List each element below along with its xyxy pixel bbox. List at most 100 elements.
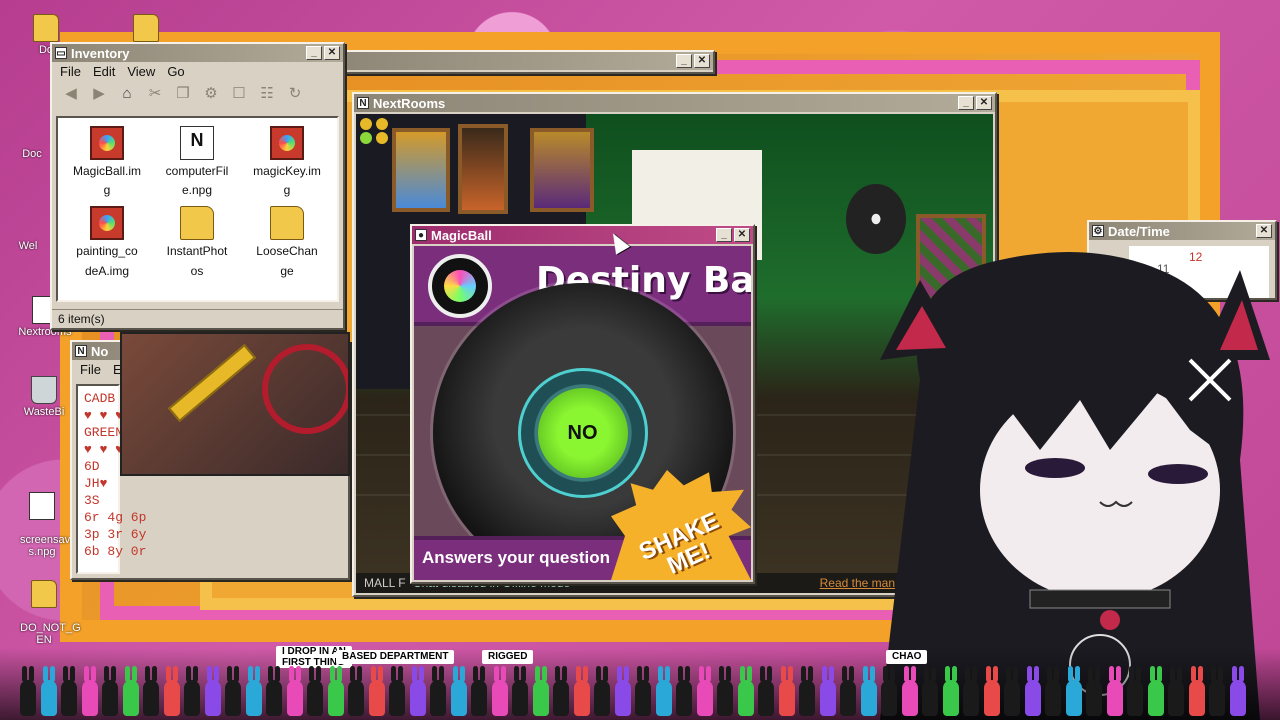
viewer-bunny-icon (348, 666, 364, 716)
viewer-bunny-icon (1106, 666, 1123, 716)
file-item[interactable]: LooseChan ge (242, 206, 332, 280)
refresh-icon[interactable]: ↻ (284, 84, 306, 104)
menu-view[interactable]: View (127, 64, 155, 79)
inventory-menubar: File Edit View Go (52, 62, 343, 81)
magicball-title: MagicBall (431, 227, 492, 243)
viewer-bunny-icon (102, 666, 118, 716)
menu-go[interactable]: Go (167, 64, 184, 79)
file-item[interactable]: magicKey.im g (242, 126, 332, 200)
file-item[interactable]: NcomputerFil e.npg (152, 126, 242, 200)
painting-frame (530, 128, 594, 212)
viewer-bunny-icon (1229, 666, 1246, 716)
viewer-bunny-icon (676, 666, 692, 716)
inventory-file-pane: MagicBall.im g NcomputerFil e.npg magicKey… (56, 116, 339, 302)
back-icon[interactable]: ◀ (60, 84, 82, 104)
viewer-bunny-icon (614, 666, 631, 716)
close-icon[interactable]: ✕ (976, 96, 992, 110)
file-grid: MagicBall.im g NcomputerFil e.npg magicKey… (58, 118, 337, 289)
menu-file[interactable]: File (60, 64, 81, 79)
viewer-bunny-icon (225, 666, 241, 716)
datetime-titlebar[interactable]: ⚙ Date/Time ✕ (1089, 222, 1275, 240)
file-item[interactable]: MagicBall.im g (62, 126, 152, 200)
copy-icon[interactable]: ❐ (172, 84, 194, 104)
inventory-window[interactable]: ▭ Inventory _ ✕ File Edit View Go ◀ ▶ ⌂ … (50, 42, 345, 330)
minimize-icon[interactable]: _ (716, 228, 732, 242)
folder-icon (133, 14, 159, 42)
file-item[interactable]: painting_co deA.img (62, 206, 152, 280)
viewer-bunny-icon (245, 666, 262, 716)
magicball-titlebar[interactable]: ● MagicBall _ ✕ (412, 226, 753, 244)
magicball-subtitle: Answers your question (422, 548, 610, 567)
nextrooms-titlebar[interactable]: N NextRooms _ ✕ (354, 94, 995, 112)
magicball-content: Destiny Ball NO Answers your question SH… (414, 246, 751, 580)
image-file-icon (270, 126, 304, 160)
home-icon[interactable]: ⌂ (116, 84, 138, 104)
minimize-icon[interactable]: _ (958, 96, 974, 110)
file-name: MagicBall.im g (72, 164, 141, 198)
menu-edit[interactable]: Edit (93, 64, 115, 79)
viewer-ticker: I DROP IN AN FIRST THING BASED DEPARTMEN… (0, 646, 1280, 720)
cut-icon[interactable]: ✂ (144, 84, 166, 104)
gamepad-icon[interactable]: ☐ (228, 84, 250, 104)
viewer-bunny-icon (717, 666, 733, 716)
desktop-icon-do-not-gen[interactable]: DO_NOT_G EN (14, 556, 81, 646)
settings-icon[interactable]: ⚙ (200, 84, 222, 104)
viewer-bunny-icon (81, 666, 98, 716)
emoji-icon[interactable] (376, 132, 388, 144)
minimize-icon[interactable]: _ (306, 46, 322, 60)
emoji-icon[interactable] (360, 118, 372, 130)
viewer-bunny-icon (40, 666, 57, 716)
viewer-bunny-icon (819, 666, 836, 716)
viewer-bunny-icon (327, 666, 344, 716)
viewer-bunny-icon (1004, 666, 1020, 716)
viewer-bunny-icon (1127, 666, 1143, 716)
desktop-icon-screensavers[interactable]: screensav s.npg (12, 468, 72, 558)
notepad-icon: N (75, 345, 87, 357)
datetime-title: Date/Time (1108, 223, 1170, 239)
destiny-ball-logo-icon (428, 254, 492, 318)
viewer-bunny-icon (471, 666, 487, 716)
key-icon (167, 343, 257, 423)
forward-icon[interactable]: ▶ (88, 84, 110, 104)
viewer-bunny-icon (143, 666, 159, 716)
background-window[interactable]: _ ✕ (330, 50, 715, 74)
viewer-bunny-icon (696, 666, 713, 716)
desktop-icon-label: DO_NOT_G EN (20, 622, 81, 646)
emoji-toolbar (360, 118, 390, 144)
viewer-bunny-icon (1168, 666, 1184, 716)
tree-icon[interactable]: ☷ (256, 84, 278, 104)
magic-key-image (120, 332, 350, 476)
desktop-icon-folder2[interactable] (126, 14, 166, 44)
inventory-title: Inventory (71, 45, 130, 61)
menu-file[interactable]: File (80, 362, 101, 377)
desktop-icon-label: Doc (22, 148, 42, 160)
viewer-bunny-icon (922, 666, 938, 716)
magicball-app-icon: ● (415, 229, 427, 241)
emoji-icon[interactable] (376, 118, 388, 130)
notepad-text-area[interactable]: CADB ♥ ♥ ♥ GREEN ♥ ♥ ♥ 6D JH♥ 3S 6r 4g 6… (76, 384, 146, 574)
nextrooms-title: NextRooms (373, 95, 446, 111)
minimize-icon[interactable]: _ (676, 54, 692, 68)
viewer-bunny-icon (942, 666, 959, 716)
viewer-bunny-icon (389, 666, 405, 716)
file-name: painting_co deA.img (76, 244, 138, 278)
viewer-bunny-icon (594, 666, 610, 716)
viewer-bunny-icon (450, 666, 467, 716)
folder-icon (31, 580, 57, 608)
viewer-bunny-icon (122, 666, 139, 716)
emoji-icon[interactable] (360, 132, 372, 144)
notepad-window[interactable]: N No File Ed CADB ♥ ♥ ♥ GREEN ♥ ♥ ♥ 6D J… (70, 332, 350, 580)
viewer-bunny-icon (737, 666, 754, 716)
close-icon[interactable]: ✕ (734, 228, 750, 242)
image-file-icon (90, 126, 124, 160)
close-icon[interactable]: ✕ (324, 46, 340, 60)
nextrooms-icon: N (357, 97, 369, 109)
close-icon[interactable]: ✕ (694, 54, 710, 68)
file-name: magicKey.im g (253, 164, 321, 198)
magicball-window[interactable]: ● MagicBall _ ✕ Destiny Ball NO Answers … (410, 224, 755, 584)
close-icon[interactable]: ✕ (1256, 224, 1272, 238)
desktop-icon-wastebin[interactable]: WasteBi (14, 376, 74, 418)
file-item[interactable]: InstantPhot os (152, 206, 242, 280)
background-window-titlebar[interactable]: _ ✕ (332, 52, 713, 70)
inventory-titlebar[interactable]: ▭ Inventory _ ✕ (52, 44, 343, 62)
